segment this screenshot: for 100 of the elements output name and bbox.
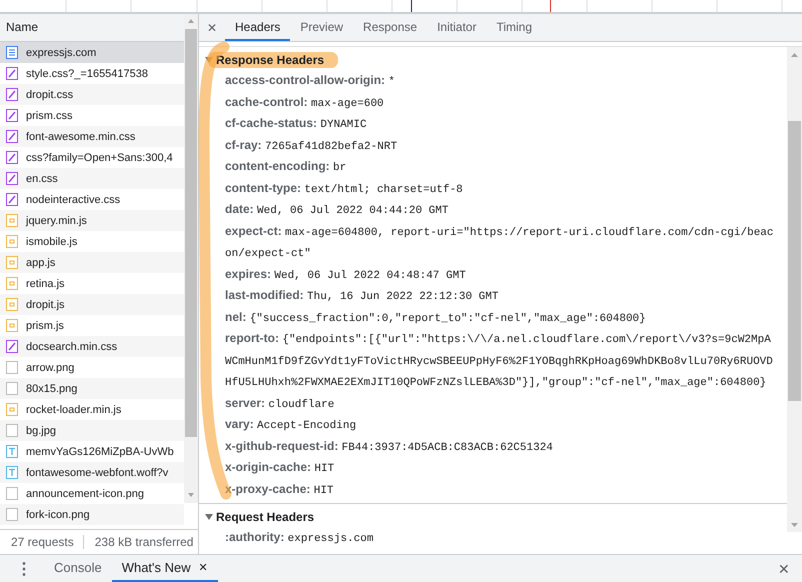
- request-row[interactable]: prism.js: [0, 315, 184, 336]
- request-name: dropit.css: [26, 88, 74, 100]
- drawer-tab-label: Console: [54, 560, 102, 575]
- drawer-tab[interactable]: What's New ✕: [112, 555, 218, 582]
- request-name: docsearch.min.css: [26, 340, 118, 352]
- script-icon: [6, 298, 18, 311]
- section-header[interactable]: Request Headers: [199, 506, 787, 528]
- detail-tab[interactable]: Timing: [486, 14, 542, 41]
- request-name: announcement-icon.png: [26, 488, 144, 500]
- script-icon: [6, 256, 18, 269]
- request-row[interactable]: css?family=Open+Sans:300,4: [0, 147, 184, 168]
- request-name: jquery.min.js: [26, 214, 87, 226]
- detail-tab[interactable]: Response: [353, 14, 428, 41]
- drawer-tab-label: What's New: [122, 560, 191, 575]
- request-row[interactable]: style.css?_=1655417538: [0, 63, 184, 84]
- request-row[interactable]: arrow.png: [0, 357, 184, 378]
- header-line: vary: Accept-Encoding: [224, 416, 358, 434]
- request-row[interactable]: announcement-icon.png: [0, 483, 184, 504]
- request-row[interactable]: rocket-loader.min.js: [0, 399, 184, 420]
- detail-tab[interactable]: Initiator: [427, 14, 486, 41]
- request-row[interactable]: ismobile.js: [0, 231, 184, 252]
- header-line: content-encoding: br: [224, 158, 348, 176]
- header-line: cache-control: max-age=600: [224, 94, 385, 112]
- request-name: app.js: [26, 256, 56, 268]
- image-icon: [6, 508, 18, 521]
- request-row[interactable]: memvYaGs126MiZpBA-UvWb: [0, 441, 184, 462]
- stylesheet-icon: [6, 67, 18, 80]
- stylesheet-icon: [6, 109, 18, 122]
- script-icon: [6, 235, 18, 248]
- close-icon[interactable]: ✕: [199, 14, 225, 41]
- request-name: expressjs.com: [26, 46, 96, 58]
- request-row[interactable]: en.css: [0, 168, 184, 189]
- close-icon[interactable]: ✕: [198, 561, 208, 574]
- request-name: memvYaGs126MiZpBA-UvWb: [26, 446, 174, 458]
- header-line: expect-ct: max-age=604800, report-uri="https://report-uri.cloudflare.com/cdn-cgi/beacon/expect-ct": [224, 222, 775, 262]
- request-row[interactable]: expressjs.com: [0, 42, 184, 63]
- request-row[interactable]: fontawesome-webfont.woff?v: [0, 462, 184, 483]
- request-name: retina.js: [26, 278, 65, 290]
- request-row[interactable]: app.js: [0, 252, 184, 273]
- script-icon: [6, 403, 18, 416]
- request-row[interactable]: fork-icon.png: [0, 504, 184, 525]
- request-row[interactable]: font-awesome.min.css: [0, 126, 184, 147]
- request-name: dropit.js: [26, 298, 65, 310]
- section-header[interactable]: Response Headers: [199, 49, 787, 71]
- close-icon[interactable]: ✕: [778, 560, 790, 576]
- request-name: fork-icon.png: [26, 508, 90, 520]
- request-row[interactable]: jquery.min.js: [0, 210, 184, 231]
- stylesheet-icon: [6, 340, 18, 353]
- font-icon: [6, 466, 18, 479]
- request-name: bg.jpg: [26, 424, 56, 436]
- request-name: ismobile.js: [26, 236, 78, 248]
- header-line: expires: Wed, 06 Jul 2022 04:48:47 GMT: [224, 266, 467, 284]
- header-line: last-modified: Thu, 16 Jun 2022 22:12:30 GMT: [224, 287, 500, 305]
- detail-tab[interactable]: Headers: [225, 14, 290, 41]
- name-column-header[interactable]: Name: [0, 14, 184, 42]
- document-icon: [6, 46, 18, 59]
- detail-tab[interactable]: Preview: [290, 14, 354, 41]
- status-text: 238 kB transferred: [82, 535, 202, 549]
- image-icon: [6, 361, 18, 374]
- request-row[interactable]: prism.css: [0, 105, 184, 126]
- request-name: css?family=Open+Sans:300,4: [26, 152, 173, 164]
- font-icon: [6, 445, 18, 458]
- request-name: arrow.png: [26, 362, 74, 374]
- request-name: rocket-loader.min.js: [26, 404, 122, 416]
- stylesheet-icon: [6, 193, 18, 206]
- request-row[interactable]: dropit.css: [0, 84, 184, 105]
- request-row[interactable]: nodeinteractive.css: [0, 189, 184, 210]
- status-text: 27 requests: [10, 535, 75, 549]
- header-line: content-type: text/html; charset=utf-8: [224, 180, 464, 198]
- header-line: cf-ray: 7265af41d82befa2-NRT: [224, 136, 398, 154]
- header-line: cf-cache-status: DYNAMIC: [224, 115, 368, 133]
- header-line: :authority: expressjs.com: [224, 529, 374, 547]
- disclosure-triangle-icon: [205, 56, 213, 64]
- request-name: fontawesome-webfont.woff?v: [26, 466, 168, 478]
- script-icon: [6, 214, 18, 227]
- image-icon: [6, 382, 18, 395]
- script-icon: [6, 319, 18, 332]
- section-title: Request Headers: [216, 510, 314, 524]
- request-row[interactable]: 80x15.png: [0, 378, 184, 399]
- header-line: x-origin-cache: HIT: [224, 459, 336, 477]
- header-line: server: cloudflare: [224, 394, 336, 412]
- stylesheet-icon: [6, 172, 18, 185]
- request-row[interactable]: dropit.js: [0, 294, 184, 315]
- request-name: en.css: [26, 172, 58, 184]
- stylesheet-icon: [6, 88, 18, 101]
- request-name: style.css?_=1655417538: [26, 68, 148, 80]
- stylesheet-icon: [6, 151, 18, 164]
- request-row[interactable]: docsearch.min.css: [0, 336, 184, 357]
- request-row[interactable]: bg.jpg: [0, 420, 184, 441]
- script-icon: [6, 277, 18, 290]
- header-line: nel: {"success_fraction":0,"report_to":"cf-nel","max_age":604800}: [224, 308, 647, 326]
- image-icon: [6, 424, 18, 437]
- more-options-icon[interactable]: ⋮: [16, 558, 32, 578]
- header-line: date: Wed, 06 Jul 2022 04:44:20 GMT: [224, 201, 450, 219]
- request-name: prism.css: [26, 110, 72, 122]
- drawer-tab[interactable]: Console: [44, 555, 112, 582]
- request-row[interactable]: retina.js: [0, 273, 184, 294]
- request-name: font-awesome.min.css: [26, 130, 136, 142]
- stylesheet-icon: [6, 130, 18, 143]
- image-icon: [6, 487, 18, 500]
